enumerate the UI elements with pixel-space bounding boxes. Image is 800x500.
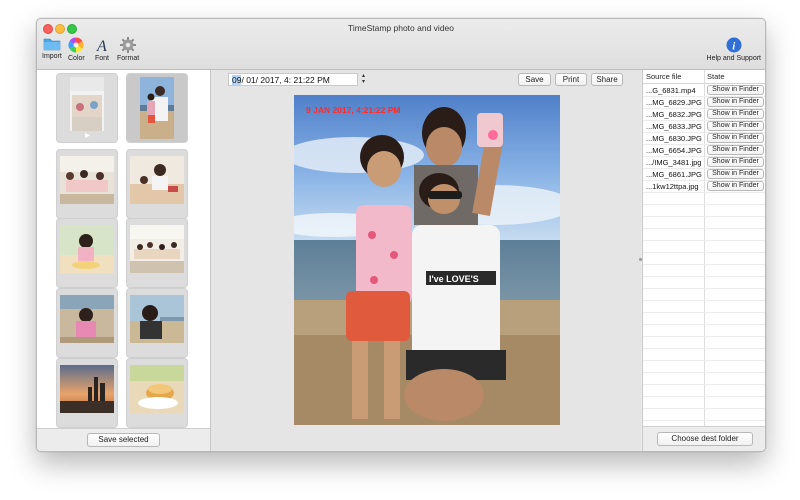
color-wheel-icon — [68, 37, 84, 53]
thumbnail-image — [130, 295, 184, 343]
thumbnail-image — [60, 295, 114, 343]
app-window: TimeStamp photo and video Import Color A… — [36, 18, 766, 452]
editor-pane: 09/ 01/ 2017, 4: 21:22 PM ▴ ▾ Save Print… — [211, 70, 641, 451]
thumbnail[interactable] — [126, 218, 188, 288]
thumbnail-image — [60, 156, 114, 204]
stepper-down-icon[interactable]: ▾ — [360, 79, 367, 85]
thumbnail-image — [70, 77, 104, 139]
save-button[interactable]: Save — [518, 73, 551, 86]
color-button[interactable]: Color — [68, 37, 85, 62]
info-icon: i — [726, 37, 742, 53]
show-in-finder-button[interactable]: Show in Finder — [707, 133, 764, 143]
show-in-finder-button[interactable]: Show in Finder — [707, 145, 764, 155]
empty-row — [643, 408, 765, 421]
format-label: Format — [117, 55, 140, 62]
gear-icon — [120, 37, 137, 53]
thumbnail-image — [130, 365, 184, 413]
svg-text:I've LOVE'S: I've LOVE'S — [429, 274, 479, 284]
source-file-name: .../IMG_3481.jpg — [646, 158, 702, 167]
column-header-state[interactable]: State — [707, 72, 725, 81]
photo-preview: I've LOVE'S 9 JAN 2017, 4:21:22 PM — [294, 95, 560, 425]
color-label: Color — [68, 55, 85, 62]
folder-icon — [43, 38, 61, 51]
import-button[interactable]: Import — [42, 37, 62, 60]
thumbnail-image — [60, 365, 114, 413]
print-button[interactable]: Print — [555, 73, 587, 86]
show-in-finder-button[interactable]: Show in Finder — [707, 97, 764, 107]
thumbnail[interactable] — [56, 73, 118, 143]
font-label: Font — [95, 55, 110, 62]
import-label: Import — [42, 53, 62, 60]
font-button[interactable]: A Font — [95, 37, 109, 62]
choose-dest-folder-button[interactable]: Choose dest folder — [657, 432, 753, 446]
photo-image: I've LOVE'S — [294, 95, 560, 425]
thumbnail-image — [140, 77, 174, 139]
thumbnail[interactable] — [126, 149, 188, 219]
thumbnail-selected[interactable] — [126, 73, 188, 143]
thumbnail[interactable] — [126, 358, 188, 428]
source-file-name: ...MG_6829.JPG — [646, 98, 702, 107]
date-time-rest: / 01/ 2017, 4: 21:22 PM — [241, 75, 330, 85]
source-file-name: ...G_6831.mp4 — [646, 86, 696, 95]
share-button[interactable]: Share — [591, 73, 623, 86]
date-stepper[interactable]: ▴ ▾ — [360, 73, 367, 86]
show-in-finder-button[interactable]: Show in Finder — [707, 181, 764, 191]
thumbnail[interactable] — [126, 288, 188, 358]
svg-text:A: A — [96, 38, 107, 53]
date-time-field[interactable]: 09/ 01/ 2017, 4: 21:22 PM — [228, 73, 358, 86]
source-file-name: ...1kw12ttpa.jpg — [646, 182, 699, 191]
thumbnail[interactable] — [56, 218, 118, 288]
show-in-finder-button[interactable]: Show in Finder — [707, 85, 764, 95]
source-file-name: ...MG_6833.JPG — [646, 122, 702, 131]
source-file-name: ...MG_6861.JPG — [646, 170, 702, 179]
timestamp-overlay: 9 JAN 2017, 4:21:22 PM — [306, 105, 401, 115]
format-button[interactable]: Format — [117, 37, 139, 62]
column-header-source[interactable]: Source file — [646, 72, 681, 81]
left-footer: Save selected — [37, 428, 210, 451]
thumbnail-image — [60, 225, 114, 273]
source-file-name: ...MG_6832.JPG — [646, 110, 702, 119]
save-selected-button[interactable]: Save selected — [87, 433, 160, 447]
thumbnail[interactable] — [56, 288, 118, 358]
thumbnail[interactable] — [56, 149, 118, 219]
source-file-name: ...MG_6830.JPG — [646, 134, 702, 143]
help-label: Help and Support — [706, 55, 761, 62]
thumbnail-image — [130, 156, 184, 204]
help-button[interactable]: i Help and Support — [707, 37, 761, 62]
window-title: TimeStamp photo and video — [348, 23, 454, 33]
right-footer: Choose dest folder — [643, 426, 765, 451]
file-list-pane: Source file State ...G_6831.mp4 Show in … — [642, 70, 765, 451]
show-in-finder-button[interactable]: Show in Finder — [707, 109, 764, 119]
thumbnail-browser: Save selected — [37, 70, 211, 451]
thumbnail-image — [130, 225, 184, 273]
show-in-finder-button[interactable]: Show in Finder — [707, 169, 764, 179]
font-icon: A — [96, 38, 107, 53]
show-in-finder-button[interactable]: Show in Finder — [707, 157, 764, 167]
toolbar: TimeStamp photo and video Import Color A… — [37, 19, 765, 70]
source-file-name: ...MG_6654.JPG — [646, 146, 702, 155]
thumbnail[interactable] — [56, 358, 118, 428]
show-in-finder-button[interactable]: Show in Finder — [707, 121, 764, 131]
